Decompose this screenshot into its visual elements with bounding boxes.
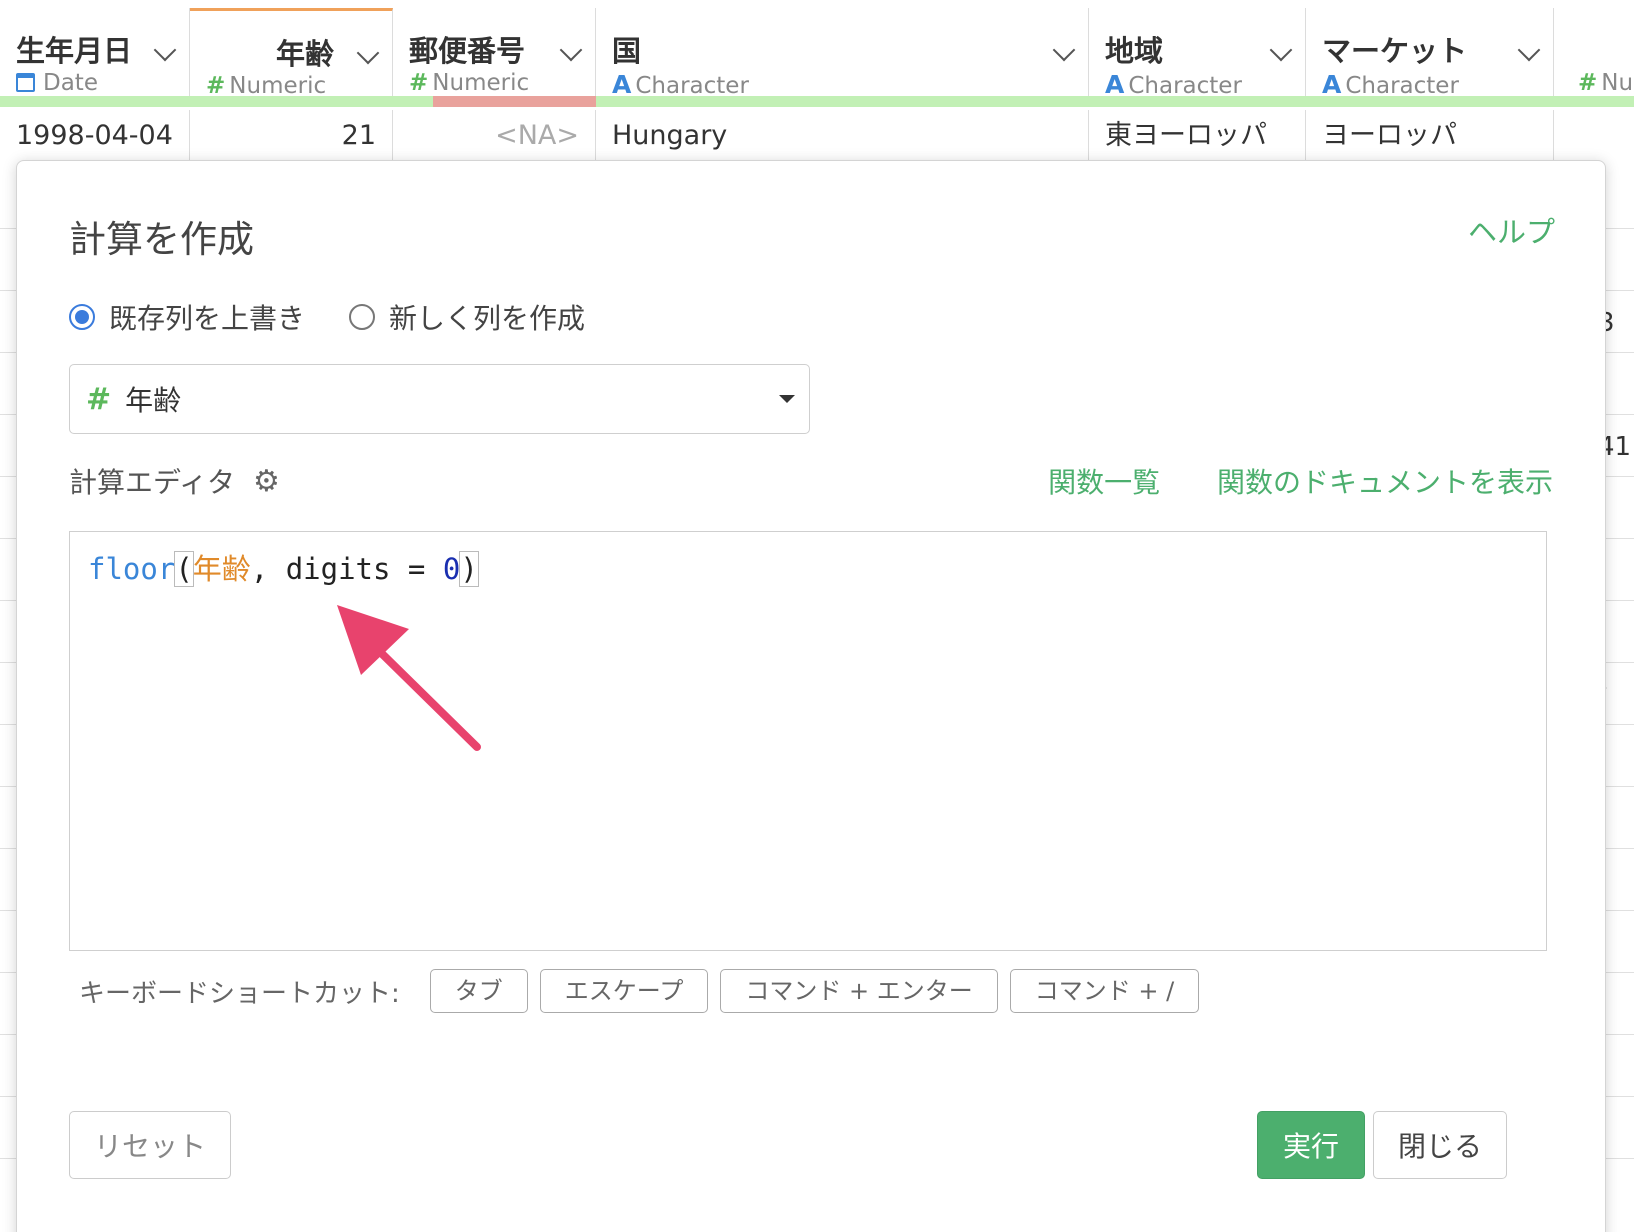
column-name: マーケット [1322, 34, 1468, 68]
reset-button[interactable]: リセット [69, 1111, 231, 1179]
chevron-down-icon[interactable] [1269, 38, 1293, 62]
dialog-title: 計算を作成 [69, 218, 254, 261]
function-docs-link[interactable]: 関数のドキュメントを表示 [1217, 466, 1553, 499]
annotation-arrow-icon [337, 605, 481, 751]
gear-icon[interactable]: ⚙ [253, 464, 280, 499]
radio-label: 既存列を上書き [109, 302, 306, 335]
column-type: # Numeric [409, 70, 530, 96]
chevron-down-icon[interactable] [559, 38, 583, 62]
column-type: Date [16, 70, 98, 96]
code-args: , digits = [250, 552, 443, 586]
radio-label: 新しく列を作成 [389, 302, 586, 335]
column-type: A Character [1105, 70, 1242, 99]
numeric-icon: # [86, 381, 112, 417]
table-cell[interactable]: 21 [190, 110, 393, 162]
numeric-icon: # [1578, 70, 1598, 96]
column-name: 国 [612, 34, 642, 68]
close-button[interactable]: 閉じる [1373, 1111, 1507, 1179]
chevron-down-icon[interactable] [356, 41, 380, 65]
calculation-editor[interactable]: floor(年齢, digits = 0) [69, 531, 1547, 951]
column-header-partial[interactable]: # Nu [1554, 8, 1634, 96]
shortcut-key: タブ [429, 969, 528, 1013]
character-icon: A [612, 70, 632, 99]
column-quality-bar [0, 96, 433, 107]
code-number: 0 [442, 552, 461, 586]
table-cell[interactable]: Hungary [596, 110, 1089, 162]
shortcut-key: コマンド + / [1009, 969, 1200, 1013]
editor-label-group: 計算エディタ ⚙ [69, 461, 280, 501]
column-header-postal-code[interactable]: 郵便番号 # Numeric [393, 8, 596, 96]
code-open-paren: ( [174, 551, 194, 587]
numeric-icon: # [409, 70, 429, 96]
mode-radio-group: 既存列を上書き 新しく列を作成 [69, 297, 629, 337]
radio-unselected-icon[interactable] [349, 304, 376, 330]
table-cell[interactable]: 1998-04-04 [0, 110, 190, 162]
table-cell[interactable]: 東ヨーロッパ [1089, 110, 1306, 162]
shortcut-key: エスケープ [539, 969, 709, 1013]
column-type: A Character [1322, 70, 1459, 99]
run-button[interactable]: 実行 [1257, 1111, 1365, 1179]
calendar-icon [16, 73, 35, 92]
column-header-country[interactable]: 国 A Character [596, 8, 1089, 99]
column-header-market[interactable]: マーケット A Character [1306, 8, 1554, 99]
column-type: A Character [612, 70, 749, 99]
function-list-link[interactable]: 関数一覧 [1048, 466, 1160, 499]
column-quality-bar [596, 96, 1634, 107]
caret-down-icon [779, 395, 795, 403]
column-name: 年齢 [275, 37, 334, 71]
chevron-down-icon[interactable] [153, 38, 177, 62]
character-icon: A [1105, 70, 1125, 99]
create-calculation-dialog: 計算を作成 ヘルプ 既存列を上書き 新しく列を作成 # 年齢 計算エディタ ⚙ … [16, 160, 1606, 1232]
radio-create-new-column[interactable]: 新しく列を作成 [349, 297, 585, 337]
column-name: 地域 [1105, 34, 1164, 68]
code-close-paren: ) [459, 551, 479, 587]
shortcuts-label: キーボードショートカット: [79, 978, 400, 1009]
column-select[interactable]: # 年齢 [69, 364, 810, 434]
column-type: # Nu [1578, 70, 1634, 96]
column-quality-bar-missing [433, 96, 596, 107]
editor-links: 関数一覧 関数のドキュメントを表示 [1000, 461, 1553, 501]
keyboard-shortcuts: キーボードショートカット: タブ エスケープ コマンド + エンター コマンド … [79, 969, 1211, 1013]
character-icon: A [1322, 70, 1342, 99]
radio-overwrite-column[interactable]: 既存列を上書き [69, 297, 305, 337]
shortcut-key: コマンド + エンター [720, 969, 998, 1013]
editor-label: 計算エディタ [69, 466, 236, 499]
chevron-down-icon[interactable] [1052, 38, 1076, 62]
column-name: 郵便番号 [409, 34, 526, 68]
code-function: floor [88, 552, 176, 586]
radio-selected-icon[interactable] [69, 304, 95, 330]
table-cell[interactable]: ヨーロッパ [1306, 110, 1554, 162]
column-name: 生年月日 [16, 34, 133, 68]
chevron-down-icon[interactable] [1517, 38, 1541, 62]
column-select-value: 年齢 [125, 384, 182, 417]
column-header-age[interactable]: 年齢 # Numeric [190, 8, 393, 99]
column-header-birthdate[interactable]: 生年月日 Date [0, 8, 190, 96]
table-cell[interactable]: <NA> [393, 110, 596, 162]
column-header-region[interactable]: 地域 A Character [1089, 8, 1306, 99]
code-column: 年齢 [192, 552, 251, 586]
help-link[interactable]: ヘルプ [1468, 209, 1555, 251]
